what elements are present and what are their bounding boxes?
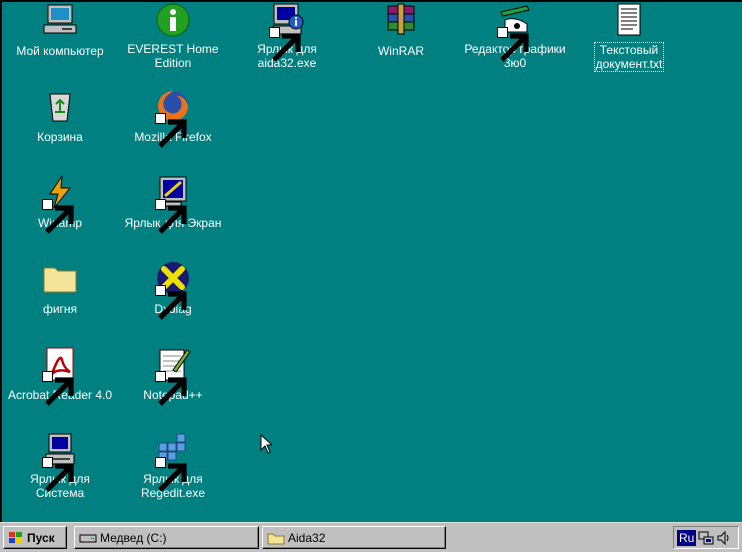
shortcut-arrow-icon [155, 371, 187, 406]
icon-label: фигня [42, 302, 78, 316]
desktop-icon-text-document[interactable]: Текстовый документ.txt [574, 2, 684, 73]
regedit-icon [155, 432, 191, 492]
display-icon [155, 174, 191, 234]
desktop-icon-my-computer[interactable]: Мой компьютер [5, 2, 115, 60]
desktop-icon-graphics-editor[interactable]: Редактор графики 3ю0 [460, 2, 570, 72]
desktop-icon-aida32-shortcut[interactable]: Ярлык для aida32.exe [232, 2, 342, 72]
desktop-icon-regedit-shortcut[interactable]: Ярлык для Regedit.exe [118, 432, 228, 502]
shortcut-arrow-icon [155, 285, 187, 320]
network-icon[interactable] [698, 530, 714, 546]
icon-label: WinRAR [377, 44, 424, 58]
recycle-bin-icon [42, 88, 78, 124]
shortcut-arrow-icon [155, 199, 187, 234]
winamp-icon [42, 174, 78, 234]
desktop-icon-everest[interactable]: EVEREST Home Edition [118, 2, 228, 72]
acrobat-icon [42, 346, 78, 406]
shortcut-arrow-icon [42, 457, 74, 492]
shortcut-arrow-icon [155, 457, 187, 492]
desktop[interactable]: Мой компьютер EVEREST Home Edition Ярлык… [0, 0, 742, 522]
windows-logo-icon [9, 531, 22, 543]
shortcut-arrow-icon [42, 199, 74, 234]
desktop-icon-notepadpp[interactable]: Notepad++ [118, 346, 228, 406]
shortcut-arrow-icon [269, 27, 301, 62]
system-computer-icon [42, 432, 78, 492]
everest-info-icon [155, 2, 191, 38]
desktop-icon-folder[interactable]: фигня [5, 260, 115, 318]
drive-icon [79, 534, 97, 542]
taskbar-button-label: Медвед (C:) [100, 530, 167, 545]
notepadpp-icon [155, 346, 191, 406]
mouse-cursor-icon [260, 434, 272, 454]
taskbar: Пуск Медвед (C:) Aida32 Ru [0, 522, 742, 552]
taskbar-button-aida32[interactable]: Aida32 [262, 526, 446, 549]
desktop-icon-winrar[interactable]: WinRAR [346, 2, 456, 60]
desktop-icon-dxdiag[interactable]: Dxdiag [118, 260, 228, 320]
desktop-icon-system-shortcut[interactable]: Ярлык для Система [5, 432, 115, 502]
language-indicator[interactable]: Ru [677, 529, 697, 546]
icon-label: Корзина [37, 130, 83, 144]
folder-icon [42, 260, 78, 296]
desktop-icon-recycle-bin[interactable]: Корзина [5, 88, 115, 146]
shortcut-arrow-icon [497, 27, 529, 62]
taskbar-button-drive-c[interactable]: Медвед (C:) [74, 526, 259, 549]
desktop-icon-acrobat-reader[interactable]: Acrobat Reader 4.0 [5, 346, 115, 406]
winrar-icon [383, 2, 419, 38]
icon-label: EVEREST Home Edition [127, 42, 219, 70]
folder-icon [267, 533, 285, 544]
shortcut-arrow-icon [42, 371, 74, 406]
icon-label: Мой компьютер [16, 44, 104, 58]
graphics-editor-icon [497, 2, 533, 62]
aida32-icon [269, 2, 305, 62]
my-computer-icon [42, 2, 78, 38]
firefox-icon [155, 88, 191, 148]
start-button[interactable]: Пуск [3, 526, 67, 549]
desktop-icon-display-shortcut[interactable]: Ярлык для Экран [118, 174, 228, 234]
desktop-icon-winamp[interactable]: Winamp [5, 174, 115, 234]
icon-label: Текстовый документ.txt [593, 42, 665, 72]
start-label: Пуск [27, 530, 55, 545]
desktop-icon-firefox[interactable]: Mozilla Firefox [118, 88, 228, 148]
shortcut-arrow-icon [155, 113, 187, 148]
volume-icon[interactable] [716, 530, 732, 546]
system-tray: Ru [673, 526, 739, 549]
taskbar-button-label: Aida32 [288, 530, 326, 545]
text-document-icon [611, 2, 647, 38]
dxdiag-icon [155, 260, 191, 320]
